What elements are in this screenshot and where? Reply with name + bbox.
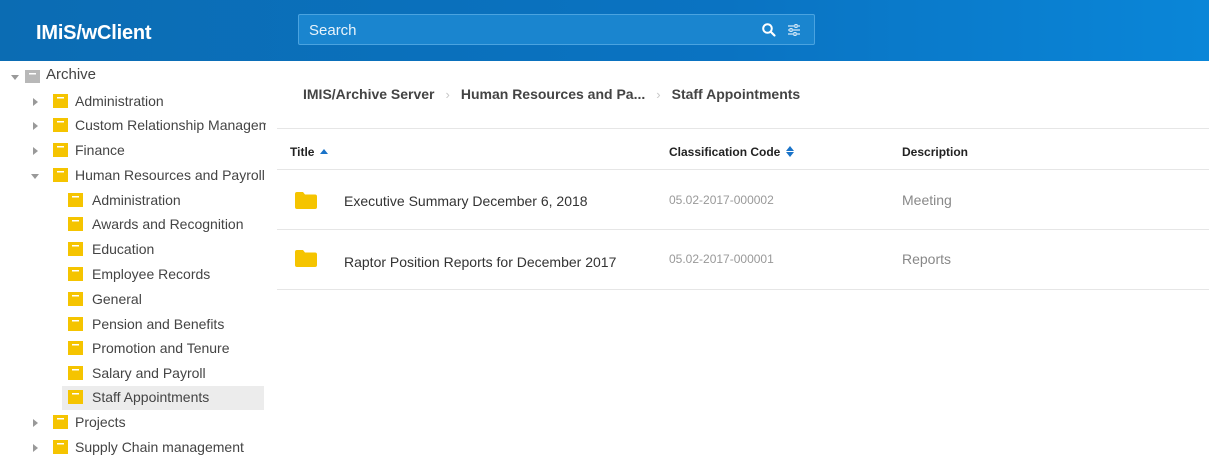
folder-icon xyxy=(68,366,83,380)
folder-icon xyxy=(68,267,83,281)
app-title[interactable]: IMiS/wClient xyxy=(36,22,152,45)
divider xyxy=(277,289,1209,290)
caret-right-icon[interactable] xyxy=(30,97,40,107)
tree-item-label: Education xyxy=(92,241,155,257)
tree-item-label: Finance xyxy=(75,142,125,158)
tree-item-label: Administration xyxy=(75,93,164,109)
chevron-right-icon: › xyxy=(445,86,450,102)
row-description: Reports xyxy=(902,251,952,267)
search-icon[interactable] xyxy=(761,22,777,38)
caret-right-icon[interactable] xyxy=(30,418,40,428)
folder-icon xyxy=(53,415,68,429)
search-input[interactable] xyxy=(309,21,739,39)
tree-item-label: Awards and Recognition xyxy=(92,216,244,232)
tree-item-staff-appointments[interactable]: Staff Appointments xyxy=(62,386,264,410)
tree-item-supply-chain[interactable]: Supply Chain management xyxy=(0,436,266,457)
caret-down-icon[interactable] xyxy=(10,72,20,82)
column-header-label: Description xyxy=(902,145,969,159)
tree-item-salary[interactable]: Salary and Payroll xyxy=(0,362,266,386)
tree-item-label: Employee Records xyxy=(92,266,211,282)
tree-item-archive[interactable]: Archive xyxy=(0,65,266,89)
folder-icon xyxy=(53,143,68,157)
tree-item-label: General xyxy=(92,291,142,307)
folder-icon xyxy=(53,168,68,182)
column-header-label: Title xyxy=(290,145,315,159)
row-classification-code: 05.02-2017-000002 xyxy=(669,193,774,207)
app-header: IMiS/wClient xyxy=(0,0,1209,61)
caret-down-icon[interactable] xyxy=(30,171,40,181)
tree-item-label: Pension and Benefits xyxy=(92,316,225,332)
filter-icon[interactable] xyxy=(786,22,802,38)
folder-icon xyxy=(295,192,317,209)
folder-icon xyxy=(68,193,83,207)
tree-item-administration[interactable]: Administration xyxy=(0,90,266,114)
breadcrumb-server[interactable]: IMIS/Archive Server xyxy=(303,86,435,102)
folder-icon xyxy=(68,292,83,306)
folder-icon xyxy=(53,440,68,454)
table-row[interactable]: Executive Summary December 6, 2018 05.02… xyxy=(277,170,1209,229)
archive-icon xyxy=(25,70,40,83)
archive-tree: Archive Administration Custom Relationsh… xyxy=(0,61,266,457)
caret-right-icon[interactable] xyxy=(30,121,40,131)
folder-icon xyxy=(53,94,68,108)
tree-item-label: Staff Appointments xyxy=(92,389,210,405)
tree-item-label: Archive xyxy=(46,66,97,83)
tree-item-hr-administration[interactable]: Administration xyxy=(0,189,266,213)
folder-icon xyxy=(68,341,83,355)
folder-icon xyxy=(53,118,68,132)
tree-item-label: Human Resources and Payroll xyxy=(75,167,265,183)
tree-item-label: Promotion and Tenure xyxy=(92,340,230,356)
tree-item-human-resources[interactable]: Human Resources and Payroll xyxy=(0,164,266,188)
row-description: Meeting xyxy=(902,192,952,208)
tree-item-label: Administration xyxy=(92,192,181,208)
column-header-title[interactable]: Title xyxy=(290,145,329,159)
tree-item-promotion[interactable]: Promotion and Tenure xyxy=(0,337,266,361)
breadcrumb-human-resources[interactable]: Human Resources and Pa... xyxy=(461,86,645,102)
breadcrumb-staff-appointments[interactable]: Staff Appointments xyxy=(672,86,801,102)
column-header-description[interactable]: Description xyxy=(902,145,968,159)
chevron-right-icon: › xyxy=(656,86,661,102)
column-header-code[interactable]: Classification Code xyxy=(669,145,795,159)
table-row[interactable]: Raptor Position Reports for December 201… xyxy=(277,230,1209,289)
sort-ascending-icon[interactable] xyxy=(320,149,329,154)
tree-item-pension[interactable]: Pension and Benefits xyxy=(0,313,266,337)
tree-item-education[interactable]: Education xyxy=(0,238,266,262)
sort-icon[interactable] xyxy=(786,146,795,157)
divider xyxy=(277,128,1209,129)
caret-right-icon[interactable] xyxy=(30,146,40,156)
tree-item-label: Custom Relationship Managem xyxy=(75,117,266,133)
folder-icon xyxy=(68,242,83,256)
tree-item-label: Projects xyxy=(75,414,126,430)
tree-item-label: Supply Chain management xyxy=(75,439,244,455)
breadcrumb: IMIS/Archive Server › Human Resources an… xyxy=(303,86,800,102)
tree-item-custom-relationship[interactable]: Custom Relationship Managem xyxy=(0,114,266,138)
row-title[interactable]: Executive Summary December 6, 2018 xyxy=(344,193,588,209)
folder-icon xyxy=(68,390,83,404)
folder-icon xyxy=(295,250,317,267)
folder-icon xyxy=(68,217,83,231)
tree-item-awards[interactable]: Awards and Recognition xyxy=(0,213,266,237)
tree-item-finance[interactable]: Finance xyxy=(0,139,266,163)
search-box[interactable] xyxy=(298,14,815,45)
tree-item-general[interactable]: General xyxy=(0,288,266,312)
caret-right-icon[interactable] xyxy=(30,443,40,453)
row-title[interactable]: Raptor Position Reports for December 201… xyxy=(344,254,616,270)
column-header-label: Classification Code xyxy=(669,145,781,159)
row-classification-code: 05.02-2017-000001 xyxy=(669,252,774,266)
folder-icon xyxy=(68,317,83,331)
tree-item-label: Salary and Payroll xyxy=(92,365,206,381)
tree-item-projects[interactable]: Projects xyxy=(0,411,266,435)
tree-item-employee-records[interactable]: Employee Records xyxy=(0,263,266,287)
